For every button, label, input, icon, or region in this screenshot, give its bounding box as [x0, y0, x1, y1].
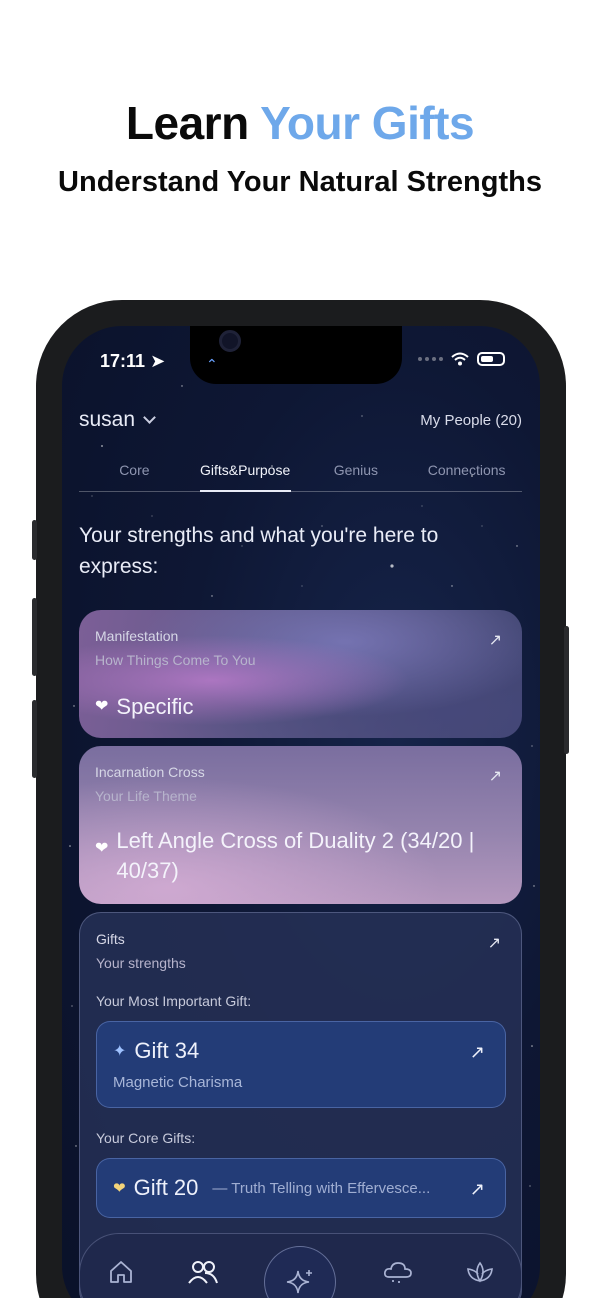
core-gifts-label: Your Core Gifts: [96, 1130, 196, 1146]
arrow-up-right-icon: ↗ [469, 1179, 485, 1199]
sparkle-icon [287, 1270, 313, 1294]
tab-connections[interactable]: Connections [411, 458, 522, 491]
battery-icon [477, 352, 505, 366]
arrow-up-right-icon: ↗ [469, 1042, 485, 1062]
important-gift-label: Your Most Important Gift: [96, 993, 252, 1009]
gift-subtitle: Magnetic Charisma [113, 1074, 243, 1091]
headline-text: Learn [125, 97, 261, 149]
phone-button [564, 626, 569, 754]
card-value: ❤ Left Angle Cross of Duality 2 (34/20 |… [95, 826, 495, 886]
manifestation-card[interactable]: Manifestation How Things Come To You ↗ ❤… [79, 610, 522, 738]
location-arrow-icon: ➤ [150, 351, 166, 371]
arrow-up-right-icon: ↗ [488, 768, 502, 785]
nav-sparkle[interactable] [264, 1246, 337, 1298]
card-label: Manifestation [95, 628, 179, 644]
status-time: 17:11 ➤ [100, 351, 165, 372]
chevron-down-icon [143, 411, 156, 424]
signal-icon [418, 357, 443, 361]
home-icon [109, 1261, 132, 1283]
nav-people[interactable] [183, 1252, 223, 1292]
card-label: Gifts [96, 931, 125, 947]
user-header: susan My People (20) [79, 408, 522, 432]
heart-icon: ❤ [113, 1180, 126, 1197]
arrow-up-right-icon[interactable]: ↗ [488, 933, 501, 953]
headline-accent: Your Gifts [260, 97, 475, 149]
people-icon [187, 1261, 218, 1284]
status-icons [418, 352, 505, 366]
status-time-text: 17:11 [100, 351, 146, 371]
username-label: susan [79, 408, 136, 431]
card-subtitle: Your Life Theme [95, 788, 197, 804]
card-value: ❤ Specific [95, 692, 193, 722]
gift-title: ✦ Gift 34 [113, 1038, 489, 1064]
important-gift-card[interactable]: ✦ Gift 34 Magnetic Charisma ↗ [96, 1021, 506, 1108]
user-selector[interactable]: susan [79, 408, 156, 432]
page-subheadline: Understand Your Natural Strengths [58, 166, 542, 198]
phone-button [32, 520, 37, 560]
card-value-text: Specific [116, 694, 194, 719]
sparkle-icon: ✦ [113, 1043, 127, 1060]
camera-icon [219, 330, 241, 352]
core-gift-card[interactable]: ❤ Gift 20 — Truth Telling with Effervesc… [96, 1158, 506, 1218]
heart-icon: ❤ [95, 840, 109, 857]
tab-genius[interactable]: Genius [301, 458, 412, 491]
chevron-up-icon: ⌃ [206, 356, 218, 372]
card-subtitle: Your strengths [96, 955, 186, 971]
card-subtitle: How Things Come To You [95, 652, 256, 668]
gift-title-text: Gift 34 [134, 1038, 200, 1063]
nav-lotus[interactable] [460, 1252, 500, 1292]
card-value-text: Left Angle Cross of Duality 2 (34/20 | 4… [116, 828, 475, 883]
incarnation-cross-card[interactable]: Incarnation Cross Your Life Theme ↗ ❤ Le… [79, 746, 522, 904]
phone-button [32, 700, 37, 778]
card-label: Incarnation Cross [95, 764, 205, 780]
arrow-up-right-icon: ↗ [488, 632, 502, 649]
gift-title: ❤ Gift 20 — Truth Telling with Effervesc… [113, 1175, 489, 1201]
cloud-icon [384, 1262, 413, 1283]
tab-core[interactable]: Core [79, 458, 190, 491]
my-people-link[interactable]: My People (20) [420, 412, 522, 429]
heart-icon: ❤ [95, 698, 109, 715]
gift-description: — Truth Telling with Effervesce... [212, 1179, 431, 1197]
tab-gifts-purpose[interactable]: Gifts&Purpose [190, 458, 301, 492]
phone-button [32, 598, 37, 676]
gift-title-text: Gift 20 [133, 1175, 199, 1200]
bottom-nav [79, 1233, 522, 1298]
nav-cloud[interactable] [378, 1252, 418, 1292]
intro-text: Your strengths and what you're here to e… [79, 524, 439, 578]
tab-bar: Core Gifts&Purpose Genius Connections [79, 458, 522, 492]
nav-home[interactable] [101, 1252, 141, 1292]
lotus-icon [467, 1261, 493, 1283]
wifi-icon [451, 352, 469, 366]
page-headline: Learn Your Gifts [0, 96, 600, 150]
